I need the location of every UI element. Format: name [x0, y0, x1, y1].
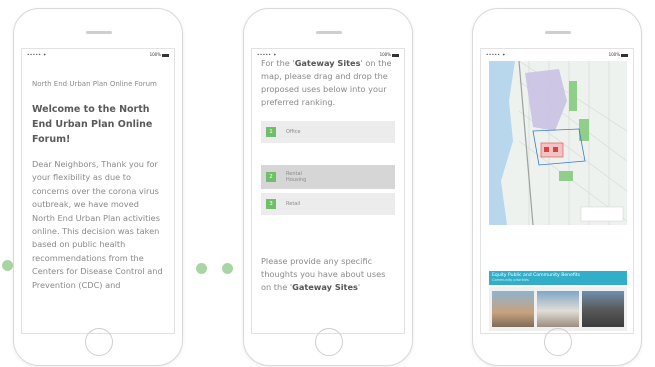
battery-icon — [621, 53, 628, 57]
photo-thumbnail[interactable] — [582, 291, 624, 327]
rank-item-retail[interactable]: 3 Retail — [266, 198, 395, 210]
phone-mockup-map: ••••• ✦ 100% Equity Public and Community… — [472, 8, 642, 366]
battery-indicator: 100% — [609, 52, 628, 57]
battery-icon — [162, 53, 169, 57]
battery-indicator: 100% — [150, 52, 169, 57]
site-map[interactable] — [489, 61, 627, 225]
rank-number: 3 — [266, 199, 276, 209]
photo-thumbnail[interactable] — [537, 291, 579, 327]
feedback-prompt: Please provide any specific thoughts you… — [261, 256, 386, 292]
status-bar: ••••• ✦ 100% — [257, 52, 399, 58]
section-banner: Equity Public and Community Benefits Com… — [489, 271, 627, 285]
home-button[interactable] — [85, 328, 113, 356]
gateway-sites-label: Gateway Sites — [294, 58, 361, 68]
decor-dot — [196, 263, 207, 274]
ranking-prompt: For the 'Gateway Sites' on the map, plea… — [261, 58, 392, 107]
rank-label: Rental Housing — [286, 171, 307, 183]
phone-mockup-welcome: ••••• ✦ 100% North End Urban Plan Online… — [13, 8, 183, 366]
phone-speaker — [545, 31, 571, 34]
gateway-sites-label: Gateway Sites — [292, 282, 358, 292]
rank-slot[interactable]: 3 Retail — [261, 193, 395, 215]
map-graphic — [489, 61, 627, 225]
signal-indicator: ••••• ✦ — [257, 52, 277, 57]
banner-subtitle: Community priorities — [492, 278, 529, 282]
status-bar: ••••• ✦ 100% — [27, 52, 169, 58]
rank-label: Office — [286, 129, 301, 135]
phone-screen: ••••• ✦ 100% North End Urban Plan Online… — [21, 48, 175, 334]
photo-gallery[interactable] — [489, 287, 627, 331]
home-button[interactable] — [544, 328, 572, 356]
status-bar: ••••• ✦ 100% — [486, 52, 628, 58]
rank-slot-dragging[interactable]: 2 Rental Housing — [261, 165, 395, 189]
decor-dot — [2, 260, 13, 271]
welcome-text: Dear Neighbors, Thank you for your flexi… — [32, 159, 163, 290]
phone-screen: ••••• ✦ 100% For the 'Gateway Sites' on … — [251, 48, 405, 334]
rank-item-office[interactable]: 1 Office — [266, 126, 395, 138]
rank-number: 2 — [266, 172, 276, 182]
rank-label: Retail — [286, 201, 301, 207]
breadcrumb[interactable]: North End Urban Plan Online Forum — [32, 79, 164, 90]
phone-speaker — [86, 31, 112, 34]
page-title: Welcome to the North End Urban Plan Onli… — [32, 104, 153, 145]
rank-number: 1 — [266, 127, 276, 137]
signal-indicator: ••••• ✦ — [27, 52, 47, 57]
home-button[interactable] — [315, 328, 343, 356]
signal-indicator: ••••• ✦ — [486, 52, 506, 57]
rank-item-rental-housing[interactable]: 2 Rental Housing — [266, 171, 395, 183]
phone-screen: ••••• ✦ 100% Equity Public and Community… — [480, 48, 634, 334]
battery-icon — [392, 53, 399, 57]
rank-slot[interactable]: 1 Office — [261, 121, 395, 143]
phone-mockup-ranking: ••••• ✦ 100% For the 'Gateway Sites' on … — [243, 8, 413, 366]
decor-dot — [222, 263, 233, 274]
phone-speaker — [316, 31, 342, 34]
battery-indicator: 100% — [380, 52, 399, 57]
photo-thumbnail[interactable] — [492, 291, 534, 327]
